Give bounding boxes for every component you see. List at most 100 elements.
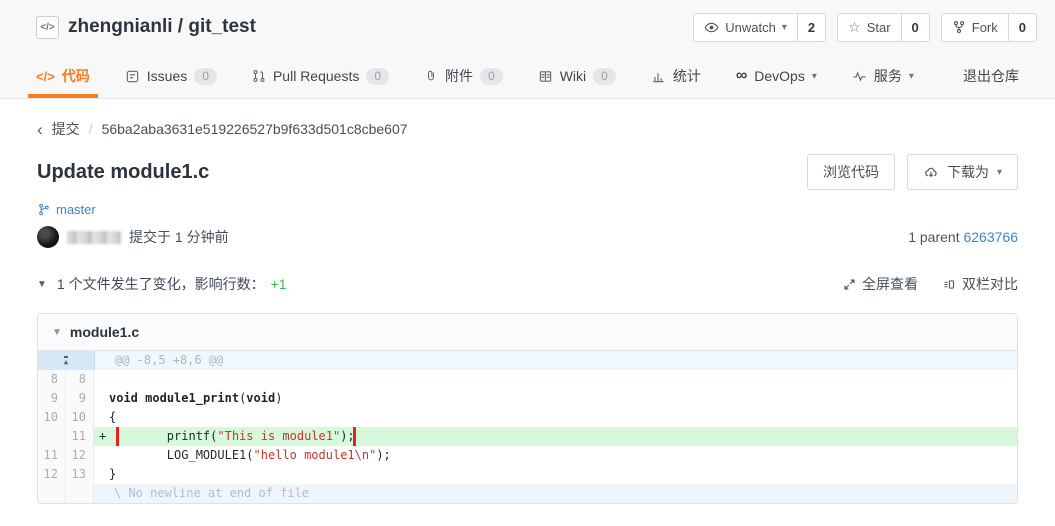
tab-issues-label: Issues xyxy=(146,68,188,84)
commit-time-text: 提交于 1 分钟前 xyxy=(129,229,229,245)
author-name-redacted[interactable] xyxy=(67,230,121,244)
diff-panel: ▼ module1.c ▲ @@ -8,5 +8,6 @@ 8 8 99 void m… xyxy=(37,313,1018,504)
diff-marker xyxy=(94,370,109,389)
file-collapse-caret-icon[interactable]: ▼ xyxy=(52,327,62,338)
fullscreen-icon xyxy=(843,278,856,291)
download-button[interactable]: 下载为 ▾ xyxy=(906,154,1018,190)
star-count[interactable]: 0 xyxy=(900,13,929,41)
fork-count[interactable]: 0 xyxy=(1007,13,1036,41)
new-line-number: 9 xyxy=(66,389,94,408)
code-line: void module1_print(void) xyxy=(94,389,1017,408)
diff-file-header[interactable]: ▼ module1.c xyxy=(38,314,1017,351)
fork-label: Fork xyxy=(971,19,998,35)
collapse-caret-icon[interactable]: ▼ xyxy=(37,279,47,290)
browse-code-button[interactable]: 浏览代码 xyxy=(806,154,895,190)
avatar[interactable] xyxy=(37,226,59,248)
old-line-number xyxy=(38,427,66,446)
issues-count-badge: 0 xyxy=(194,67,217,85)
summary-text: 1 个文件发生了变化，影响行数： xyxy=(56,276,265,292)
new-line-number: 13 xyxy=(66,465,94,484)
pull-request-icon xyxy=(252,69,266,83)
tab-wiki[interactable]: Wiki 0 xyxy=(538,54,616,98)
diff-row: 10 10 { xyxy=(38,408,1017,427)
repo-header: </> zhengnianli / git_test Unwatch ▾ 2 ☆… xyxy=(0,0,1055,54)
main-content: ‹ 提交 / 56ba2aba3631e519226527b9f633d501c… xyxy=(0,119,1055,504)
fullscreen-button[interactable]: 全屏查看 xyxy=(843,274,918,294)
old-line-number: 8 xyxy=(38,370,66,389)
parent-label: 1 parent xyxy=(908,229,960,245)
tab-devops[interactable]: ∞ DevOps ▾ xyxy=(736,54,817,98)
tab-attachments-label: 附件 xyxy=(445,68,474,84)
diff-row: 12 13 } xyxy=(38,465,1017,484)
split-view-button[interactable]: 双栏对比 xyxy=(942,274,1018,294)
caret-down-icon: ▾ xyxy=(908,70,914,82)
fork-icon xyxy=(952,20,966,34)
branch-row: master xyxy=(37,202,1018,217)
cloud-download-icon xyxy=(923,165,939,180)
diff-row: 11 + printf("This is module1"); xyxy=(38,427,1017,446)
code-line: { xyxy=(94,408,1017,427)
old-line-number: 12 xyxy=(38,465,66,484)
hunk-expand-button[interactable]: ▲ xyxy=(38,351,95,370)
wiki-icon xyxy=(538,69,553,84)
exit-repo-link[interactable]: 退出仓库 xyxy=(963,54,1019,98)
issues-icon xyxy=(125,69,140,84)
fork-button[interactable]: Fork 0 xyxy=(940,12,1037,42)
pull-requests-count-badge: 0 xyxy=(366,67,390,85)
tab-statistics[interactable]: 统计 xyxy=(651,54,701,98)
diff-row: 88 xyxy=(38,370,1017,389)
old-line-number: 9 xyxy=(38,389,66,408)
split-view-icon xyxy=(942,278,956,291)
parent-hash-link[interactable]: 6263766 xyxy=(963,229,1018,245)
commit-actions: 浏览代码 下载为 ▾ xyxy=(806,154,1018,190)
repo-actions: Unwatch ▾ 2 ☆ Star 0 Fork 0 xyxy=(693,12,1037,42)
watch-count[interactable]: 2 xyxy=(796,13,825,41)
diff-marker: + xyxy=(99,429,107,443)
top-bar: </> zhengnianli / git_test Unwatch ▾ 2 ☆… xyxy=(0,0,1055,99)
new-line-number: 8 xyxy=(66,370,94,389)
tab-issues[interactable]: Issues 0 xyxy=(125,54,217,98)
repo-title: zhengnianli / git_test xyxy=(68,16,256,37)
tab-attachments[interactable]: 附件 0 xyxy=(424,54,503,98)
new-line-number: 12 xyxy=(66,446,94,465)
tab-code[interactable]: </> 代码 xyxy=(28,54,98,98)
expand-up-icon: ▲ xyxy=(63,355,69,366)
diff-body: ▲ @@ -8,5 +8,6 @@ 8 8 99 void module1_print… xyxy=(38,351,1017,503)
old-line-number xyxy=(38,484,66,503)
tab-services[interactable]: 服务 ▾ xyxy=(852,54,914,98)
diff-summary-row: ▼ 1 个文件发生了变化，影响行数： +1 全屏查看 双栏对比 xyxy=(37,274,1018,294)
pulse-icon xyxy=(852,69,867,84)
infinity-icon: ∞ xyxy=(735,67,748,84)
unwatch-button[interactable]: Unwatch ▾ 2 xyxy=(693,12,827,42)
branch-name-link[interactable]: master xyxy=(56,202,96,217)
back-chevron-icon[interactable]: ‹ xyxy=(37,121,43,138)
commit-hash: 56ba2aba3631e519226527b9f633d501c8cbe607 xyxy=(101,121,408,137)
paperclip-icon xyxy=(424,69,438,83)
tab-devops-label: DevOps xyxy=(754,68,805,84)
diff-row: \ No newline at end of file xyxy=(38,484,1017,503)
caret-down-icon: ▾ xyxy=(811,70,817,82)
new-line-number: 10 xyxy=(66,408,94,427)
tab-pull-requests[interactable]: Pull Requests 0 xyxy=(252,54,390,98)
code-line: LOG_MODULE1("hello module1\n"); xyxy=(94,446,1017,465)
split-view-label: 双栏对比 xyxy=(962,276,1018,292)
breadcrumb: ‹ 提交 / 56ba2aba3631e519226527b9f633d501c… xyxy=(37,119,1018,139)
author-row: 提交于 1 分钟前 1 parent 6263766 xyxy=(37,226,1018,248)
new-line-number: 11 xyxy=(66,427,94,446)
old-line-number: 11 xyxy=(38,446,66,465)
tab-pull-requests-label: Pull Requests xyxy=(272,68,360,84)
no-newline-text: \ No newline at end of file xyxy=(94,484,1017,503)
star-button[interactable]: ☆ Star 0 xyxy=(837,12,930,42)
fullscreen-label: 全屏查看 xyxy=(862,276,918,292)
added-lines-count: +1 xyxy=(270,276,287,292)
repo-code-icon: </> xyxy=(36,15,59,39)
tab-code-label: 代码 xyxy=(61,68,90,84)
repo-nav: </> 代码 Issues 0 Pull Requests 0 附件 0 Wik… xyxy=(0,54,1055,98)
unwatch-label: Unwatch xyxy=(725,19,776,35)
parent-info: 1 parent 6263766 xyxy=(908,229,1018,245)
diff-marker xyxy=(94,465,109,484)
breadcrumb-commits-link[interactable]: 提交 xyxy=(52,119,80,139)
diff-row: ▲ @@ -8,5 +8,6 @@ xyxy=(38,351,1017,370)
breadcrumb-separator: / xyxy=(88,121,93,137)
eye-icon xyxy=(704,20,719,35)
